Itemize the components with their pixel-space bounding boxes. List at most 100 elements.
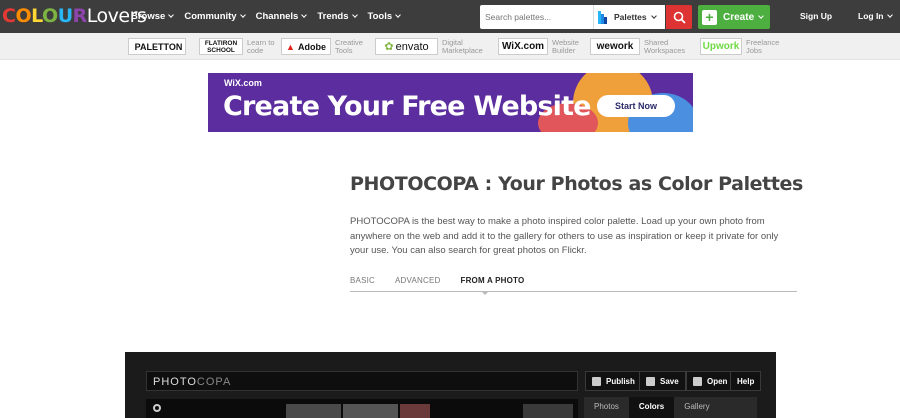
publish-icon xyxy=(592,376,601,386)
login-label: Log In xyxy=(858,11,884,21)
tab-basic[interactable]: BASIC xyxy=(350,275,375,291)
photo-thumbnail[interactable] xyxy=(286,404,341,418)
colourlovers-logo[interactable]: COLOURLovers xyxy=(2,5,147,27)
sponsor-logo-text: FLATIRON SCHOOL xyxy=(199,38,243,55)
sponsor-logo: ✿ envato xyxy=(375,38,438,55)
page-title: PHOTOCOPA : Your Photos as Color Palette… xyxy=(350,173,803,195)
nav-community[interactable]: Community xyxy=(184,11,246,22)
open-label: Open xyxy=(707,376,728,386)
sponsor-desc: Freelance Jobs xyxy=(746,37,780,55)
side-tab-gallery[interactable]: Gallery xyxy=(674,397,719,418)
ad-headline: Create Your Free Website xyxy=(223,91,592,122)
search-type-label: Palettes xyxy=(614,12,647,22)
logo-letter-c: C xyxy=(2,5,16,27)
nav-tools-label: Tools xyxy=(367,11,393,22)
sponsor-adobe[interactable]: ▲ Adobe Creative Tools xyxy=(281,37,369,56)
nav-browse-label: Browse xyxy=(131,11,166,22)
sponsor-envato[interactable]: ✿ envato Digital Marketplace xyxy=(375,37,492,56)
open-icon xyxy=(693,376,702,386)
palette-mode-tabs: BASIC ADVANCED FROM A PHOTO xyxy=(350,275,797,292)
sponsor-desc: Website Builder xyxy=(552,37,579,55)
publish-button[interactable]: Publish xyxy=(585,371,642,391)
active-tab-caret-icon xyxy=(481,291,489,295)
chevron-down-icon xyxy=(351,12,358,18)
help-label: Help xyxy=(737,376,755,386)
nav-trends[interactable]: Trends xyxy=(317,11,358,22)
top-navbar: COLOURLovers Browse Community Channels T… xyxy=(0,0,900,33)
ad-brand: WiX.com xyxy=(224,78,262,88)
nav-community-label: Community xyxy=(184,11,237,22)
sponsor-logo-text: envato xyxy=(395,40,429,53)
ad-banner[interactable]: WiX.com Create Your Free Website Start N… xyxy=(208,73,693,132)
photocopa-title-b: COPA xyxy=(196,376,232,388)
logo-letter-u: U xyxy=(57,5,73,27)
sponsor-wework[interactable]: wework Shared Workspaces xyxy=(590,37,694,56)
photo-thumbnail[interactable] xyxy=(523,404,573,418)
nav-browse[interactable]: Browse xyxy=(131,11,175,22)
sponsor-upwork[interactable]: Upwork Freelance Jobs xyxy=(700,37,780,56)
sponsor-desc: Learn to code xyxy=(247,37,275,55)
photo-thumbnail[interactable] xyxy=(400,404,430,418)
create-label: Create xyxy=(723,11,755,23)
open-button[interactable]: Open xyxy=(686,371,735,391)
search-button[interactable] xyxy=(666,5,692,29)
tab-advanced[interactable]: ADVANCED xyxy=(395,275,440,291)
envato-leaf-icon: ✿ xyxy=(384,41,394,53)
sponsor-logo: PALETTON xyxy=(128,38,186,55)
nav-channels[interactable]: Channels xyxy=(255,11,308,22)
sponsor-logo-text: Upwork xyxy=(700,38,742,55)
chevron-down-icon xyxy=(758,12,764,19)
signup-link[interactable]: Sign Up xyxy=(800,11,832,21)
sponsor-desc: Shared Workspaces xyxy=(644,37,686,55)
sponsor-logo-text: WiX.com xyxy=(498,38,548,55)
photocopa-title-bar: PHOTOCOPA xyxy=(146,371,578,391)
chevron-down-icon xyxy=(650,12,657,19)
side-tab-colors[interactable]: Colors xyxy=(628,397,675,418)
logo-letter-r: R xyxy=(72,5,88,27)
photocopa-app: PHOTOCOPA Publish Save Open Help Photos … xyxy=(125,352,776,418)
chevron-down-icon xyxy=(301,12,308,18)
main-nav: Browse Community Channels Trends Tools xyxy=(131,0,411,33)
sponsor-desc: Digital Marketplace xyxy=(442,37,483,55)
plus-icon: + xyxy=(702,9,717,25)
save-label: Save xyxy=(660,376,679,386)
chevron-down-icon xyxy=(168,12,175,18)
search-input[interactable] xyxy=(480,5,593,29)
save-icon xyxy=(646,376,655,386)
chevron-down-icon xyxy=(886,11,893,18)
sponsor-wix[interactable]: WiX.com Website Builder xyxy=(498,37,586,56)
sponsor-desc: Creative Tools xyxy=(335,37,363,55)
create-button[interactable]: + Create xyxy=(698,5,770,29)
nav-tools[interactable]: Tools xyxy=(368,11,401,22)
nav-trends-label: Trends xyxy=(317,11,349,22)
sponsor-paletton[interactable]: PALETTON xyxy=(128,37,186,56)
nav-channels-label: Channels xyxy=(255,11,299,22)
sponsor-logo: ▲ Adobe xyxy=(281,38,331,55)
photocopa-title-a: PHOTO xyxy=(153,376,197,388)
palette-icon xyxy=(598,10,607,24)
save-button[interactable]: Save xyxy=(639,371,686,391)
help-button[interactable]: Help xyxy=(730,371,762,391)
search-icon xyxy=(673,11,686,24)
search-type-select[interactable]: Palettes xyxy=(593,5,665,29)
logo-letter-o: O xyxy=(15,5,32,27)
sponsor-logo-text: Adobe xyxy=(297,41,326,52)
login-link[interactable]: Log In xyxy=(858,11,893,21)
sponsor-flatiron[interactable]: FLATIRON SCHOOL Learn to code xyxy=(199,37,281,56)
photocopa-title: PHOTOCOPA xyxy=(153,376,231,388)
publish-label: Publish xyxy=(606,376,635,386)
sponsor-bar: PALETTON FLATIRON SCHOOL Learn to code ▲… xyxy=(0,33,900,60)
sponsor-logo-text: wework xyxy=(590,38,640,55)
intro-paragraph: PHOTOCOPA is the best way to make a phot… xyxy=(350,216,779,256)
chevron-down-icon xyxy=(395,12,401,18)
logo-letter-l: L xyxy=(31,5,43,27)
photocopa-side-tabs: Photos Colors Gallery xyxy=(584,397,757,418)
photo-thumbnail[interactable] xyxy=(343,404,398,418)
settings-icon[interactable] xyxy=(153,404,161,412)
adobe-icon: ▲ xyxy=(286,41,295,52)
ad-start-now-button[interactable]: Start Now xyxy=(597,95,675,117)
tab-from-a-photo[interactable]: FROM A PHOTO xyxy=(460,275,524,291)
chevron-down-icon xyxy=(239,12,246,18)
logo-letter-o2: O xyxy=(42,5,58,27)
side-tab-photos[interactable]: Photos xyxy=(584,397,629,418)
